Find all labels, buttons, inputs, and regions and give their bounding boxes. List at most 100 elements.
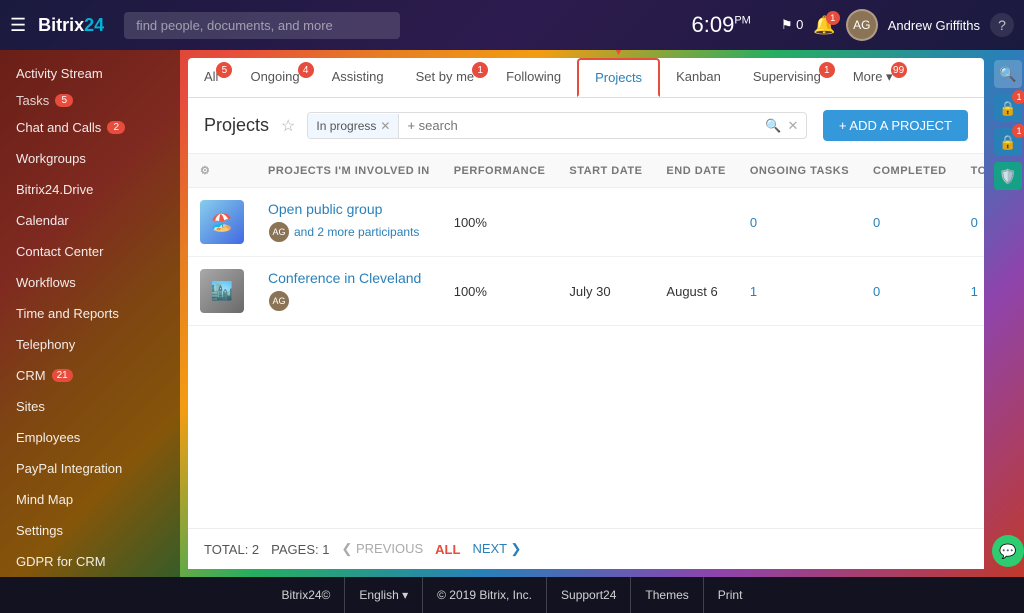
table-col-completed: COMPLETED (861, 154, 959, 188)
table-col-performance: PERFORMANCE (442, 154, 558, 188)
table-row: 🏖️ Open public group AG and 2 more parti… (188, 188, 984, 257)
project-ongoing-1[interactable]: 0 (738, 188, 861, 257)
sidebar-item-mindmap[interactable]: Mind Map (0, 484, 180, 515)
bottom-bar: Bitrix24© English ▾ © 2019 Bitrix, Inc. … (0, 577, 1024, 613)
sidebar-item-bitrix24-drive[interactable]: Bitrix24.Drive (0, 174, 180, 205)
filter-tag[interactable]: In progress ✕ (308, 114, 399, 138)
project-name-1[interactable]: Open public group (268, 201, 382, 217)
project-performance-1: 100% (442, 188, 558, 257)
search-clear-icon[interactable]: ✕ (787, 118, 798, 134)
sidebar: Activity Stream Tasks 5 Chat and Calls 2… (0, 50, 180, 577)
clock-display: 6:09PM (692, 12, 751, 38)
sidebar-item-calendar[interactable]: Calendar (0, 205, 180, 236)
notification-bell[interactable]: 🔔 1 (813, 15, 835, 36)
project-start-1 (557, 188, 654, 257)
pagination-total: TOTAL: 2 (204, 542, 259, 557)
projects-table: ⚙ PROJECTS I'M INVOLVED IN PERFORMANCE S… (188, 154, 984, 528)
help-icon[interactable]: ? (990, 13, 1014, 37)
tab-following[interactable]: Following (490, 58, 577, 97)
right-icon-chat[interactable]: 💬 (992, 535, 1024, 567)
participant-avatar: AG (268, 221, 290, 243)
sidebar-item-workgroups[interactable]: Workgroups (0, 143, 180, 174)
tab-more[interactable]: More ▾ 99 (837, 58, 909, 97)
sidebar-item-sites[interactable]: Sites (0, 391, 180, 422)
main-layout: Activity Stream Tasks 5 Chat and Calls 2… (0, 50, 1024, 577)
sidebar-item-gdpr[interactable]: GDPR for CRM (0, 546, 180, 577)
sidebar-item-time-reports[interactable]: Time and Reports (0, 298, 180, 329)
sidebar-item-tasks[interactable]: Tasks 5 (0, 89, 180, 112)
project-end-2: August 6 (654, 257, 737, 326)
sidebar-item-settings[interactable]: Settings (0, 515, 180, 546)
pagination-pages: PAGES: 1 (271, 542, 329, 557)
table-col-name: PROJECTS I'M INVOLVED IN (256, 154, 442, 188)
search-submit-icon[interactable]: 🔍 (765, 118, 781, 134)
table-col-total: TOTAL (959, 154, 984, 188)
table-col-end: END DATE (654, 154, 737, 188)
sidebar-item-paypal[interactable]: PayPal Integration (0, 453, 180, 484)
table-col-settings[interactable]: ⚙ (188, 154, 256, 188)
star-icon[interactable]: ☆ (281, 116, 295, 136)
project-performance-2: 100% (442, 257, 558, 326)
bottom-btn-print[interactable]: Print (704, 577, 757, 613)
project-name-2[interactable]: Conference in Cleveland (268, 270, 421, 286)
project-participants-2: AG (268, 290, 430, 312)
global-search-input[interactable] (124, 12, 400, 39)
tab-kanban[interactable]: Kanban (660, 58, 737, 97)
main-panel: Projects ☆ In progress ✕ 🔍 ✕ + ADD A PRO… (188, 98, 984, 569)
project-image-2: 🏙️ (200, 269, 244, 313)
tab-assisting[interactable]: Assisting (316, 58, 400, 97)
table-row: 🏙️ Conference in Cleveland AG 100% (188, 257, 984, 326)
user-avatar[interactable]: AG (846, 9, 878, 41)
pagination: TOTAL: 2 PAGES: 1 ❮ PREVIOUS ALL NEXT ❯ (188, 528, 984, 569)
bottom-btn-english[interactable]: English ▾ (345, 577, 423, 613)
search-bar: In progress ✕ 🔍 ✕ (307, 112, 807, 139)
bottom-btn-themes[interactable]: Themes (631, 577, 703, 613)
topbar: ☰ Bitrix24 6:09PM ⚑ 0 🔔 1 AG Andrew Grif… (0, 0, 1024, 50)
page-title: Projects (204, 115, 269, 136)
sidebar-item-employees[interactable]: Employees (0, 422, 180, 453)
bottom-btn-bitrix24[interactable]: Bitrix24© (268, 577, 346, 613)
pagination-prev[interactable]: ❮ PREVIOUS (341, 541, 423, 557)
username-label[interactable]: Andrew Griffiths (888, 18, 980, 33)
bottom-btn-support24[interactable]: Support24 (547, 577, 631, 613)
hamburger-icon[interactable]: ☰ (10, 15, 26, 36)
tab-set-by-me[interactable]: Set by me 1 (400, 58, 491, 97)
project-total-1[interactable]: 0 (959, 188, 984, 257)
content-area: All 5 Ongoing 4 Assisting Set by me 1 Fo… (180, 50, 1024, 577)
add-project-button[interactable]: + ADD A PROJECT (823, 110, 968, 141)
right-icon-lock2[interactable]: 🔒 1 (994, 128, 1022, 156)
sidebar-item-activity-stream[interactable]: Activity Stream (0, 58, 180, 89)
sidebar-item-telephony[interactable]: Telephony (0, 329, 180, 360)
notification-badge: 1 (826, 11, 840, 25)
filter-tag-close[interactable]: ✕ (380, 119, 390, 133)
sidebar-item-chat-calls[interactable]: Chat and Calls 2 (0, 112, 180, 143)
tab-projects[interactable]: Projects ▼ (577, 58, 660, 97)
right-icon-search[interactable]: 🔍 (994, 60, 1022, 88)
project-end-1 (654, 188, 737, 257)
project-participants-1: AG and 2 more participants (268, 221, 430, 243)
pagination-all[interactable]: ALL (435, 542, 460, 557)
table-col-ongoing: ONGOING TASKS (738, 154, 861, 188)
project-total-2[interactable]: 1 (959, 257, 984, 326)
sidebar-item-workflows[interactable]: Workflows (0, 267, 180, 298)
bottom-btn-copyright: © 2019 Bitrix, Inc. (423, 577, 547, 613)
sidebar-item-contact-center[interactable]: Contact Center (0, 236, 180, 267)
project-search-input[interactable] (399, 113, 757, 138)
tab-all[interactable]: All 5 (188, 58, 234, 97)
tab-supervising[interactable]: Supervising 1 (737, 58, 837, 97)
right-icon-lock1[interactable]: 🔒 1 (994, 94, 1022, 122)
more-participants-link[interactable]: and 2 more participants (294, 225, 419, 239)
project-completed-1[interactable]: 0 (861, 188, 959, 257)
right-sidebar: 🔍 🔒 1 🔒 1 🛡️ 💬 (992, 50, 1024, 577)
participant-avatar-2: AG (268, 290, 290, 312)
table-col-start: START DATE (557, 154, 654, 188)
tab-ongoing[interactable]: Ongoing 4 (234, 58, 315, 97)
sidebar-item-crm[interactable]: CRM 21 (0, 360, 180, 391)
flag-icon[interactable]: ⚑ 0 (781, 17, 804, 33)
right-icon-shield[interactable]: 🛡️ (994, 162, 1022, 190)
project-start-2: July 30 (557, 257, 654, 326)
project-completed-2[interactable]: 0 (861, 257, 959, 326)
pagination-next[interactable]: NEXT ❯ (472, 541, 521, 557)
project-ongoing-2[interactable]: 1 (738, 257, 861, 326)
project-image-1: 🏖️ (200, 200, 244, 244)
